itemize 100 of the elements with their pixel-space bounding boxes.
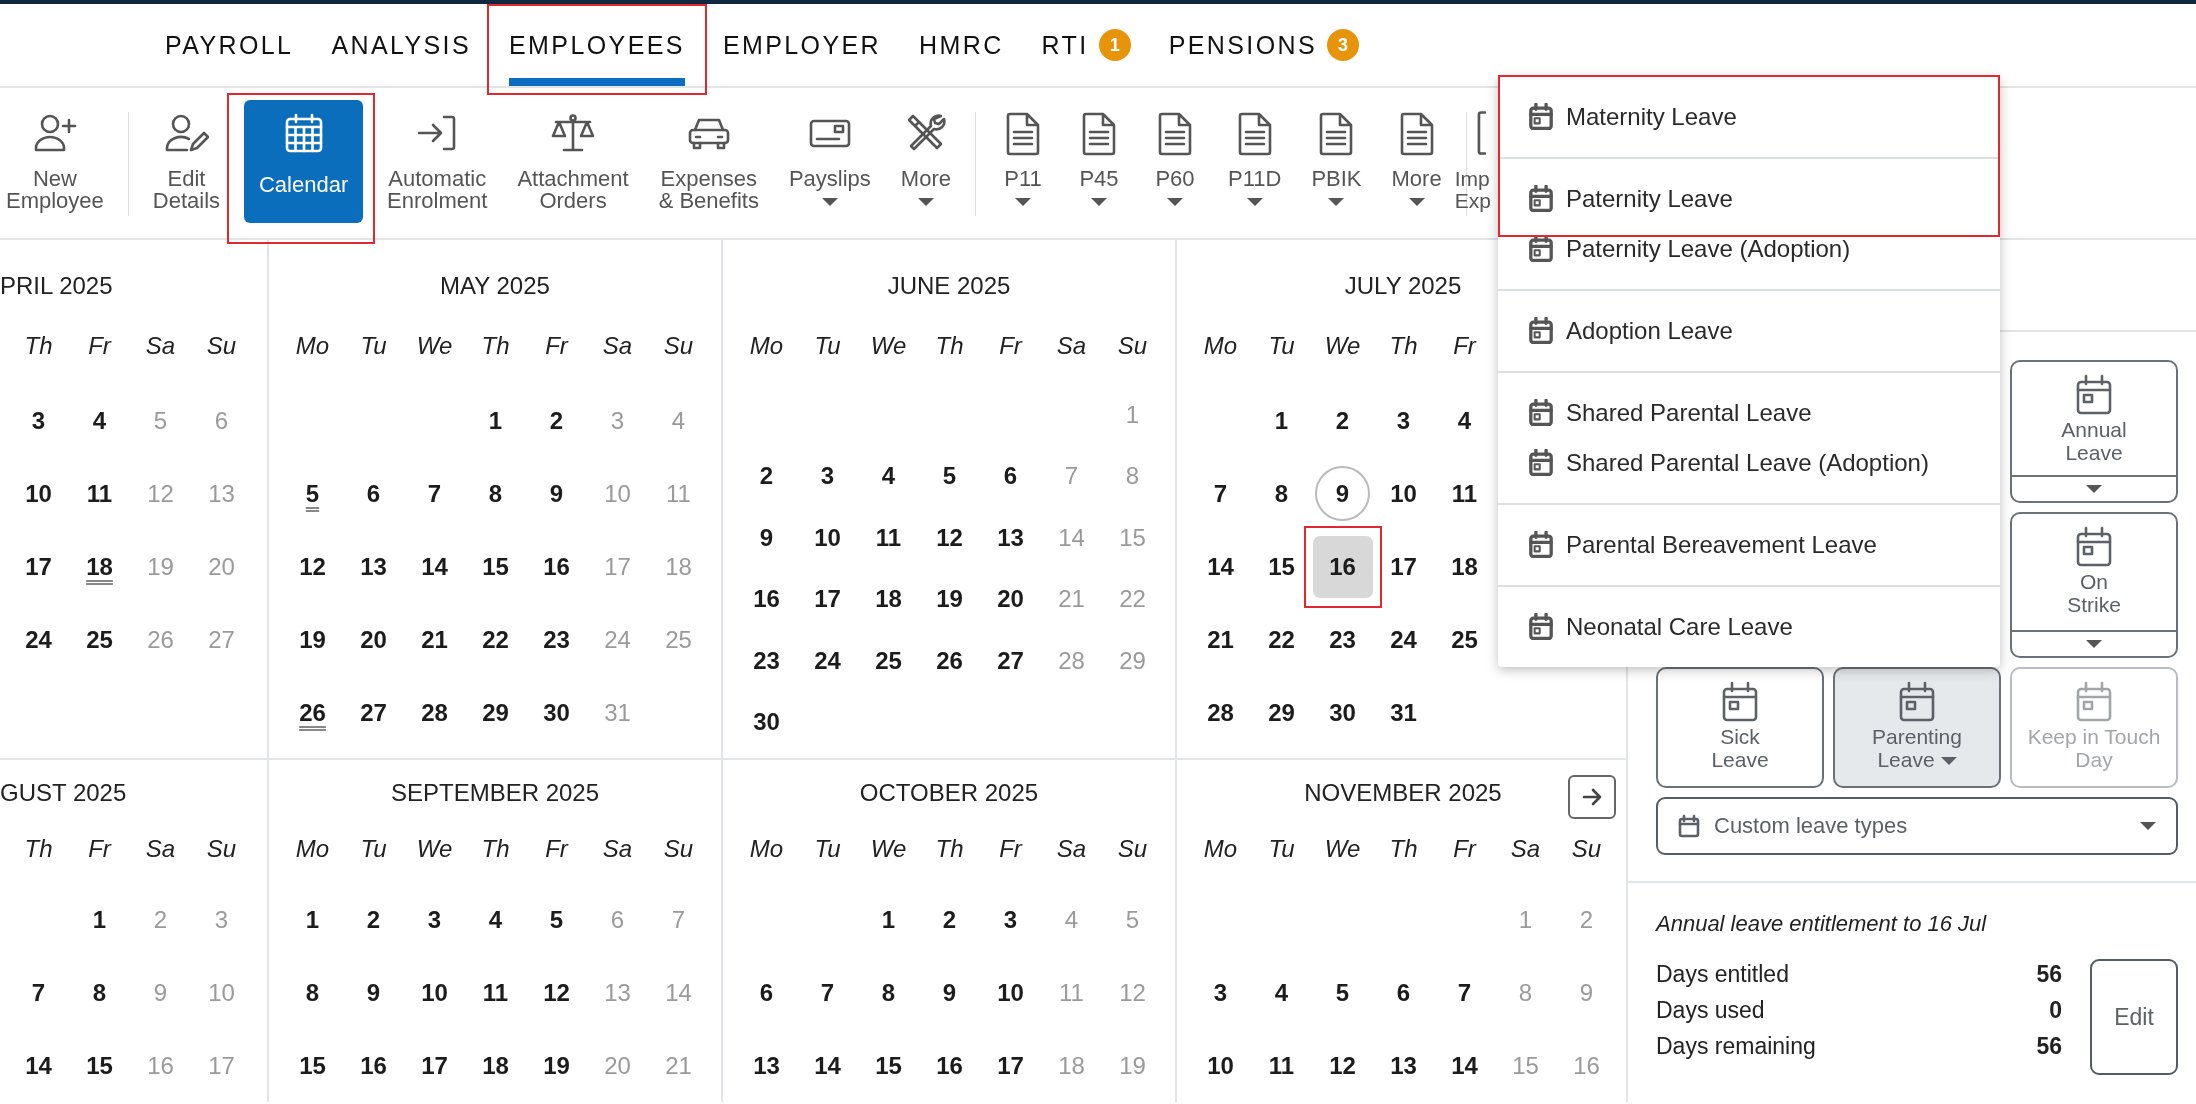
nav-tab[interactable]: PENSIONS [1168,4,1318,86]
calendar-day[interactable]: 21 [1198,617,1243,662]
calendar-day[interactable]: 1 [1259,398,1304,443]
calendar-day[interactable]: 16 [351,1043,396,1088]
nav-tab[interactable]: EMPLOYEES [509,4,685,86]
calendar-day[interactable]: 24 [16,617,61,662]
calendar-day[interactable]: 7 [16,970,61,1015]
calendar-day[interactable]: 2 [534,398,579,443]
calendar-day[interactable]: 25 [866,638,911,683]
calendar-day[interactable]: 17 [805,577,850,622]
calendar-day[interactable]: 30 [1320,690,1365,735]
calendar-day[interactable]: 4 [473,897,518,942]
calendar-day[interactable]: 17 [1381,544,1426,589]
calendar-day[interactable]: 28 [412,690,457,735]
calendar-day[interactable]: 9 [744,515,789,560]
calendar-day[interactable]: 1 [473,398,518,443]
calendar-day[interactable]: 2 [927,897,972,942]
calendar-day[interactable]: 25 [1442,617,1487,662]
calendar-day[interactable]: 12 [534,970,579,1015]
calendar-day[interactable]: 17 [988,1043,1033,1088]
calendar-day[interactable]: 16 [927,1043,972,1088]
toolbar-button[interactable]: P45 [1070,100,1128,223]
calendar-day[interactable]: 7 [1198,471,1243,516]
toolbar-button[interactable]: P11D [1222,100,1288,223]
calendar-day[interactable]: 9 [927,970,972,1015]
calendar-day[interactable]: 8 [290,970,335,1015]
toolbar-button[interactable]: P11 [994,100,1052,223]
calendar-day[interactable]: 3 [16,398,61,443]
calendar-day[interactable]: 10 [988,970,1033,1015]
calendar-day[interactable]: 11 [473,970,518,1015]
calendar-day[interactable]: 8 [1259,471,1304,516]
calendar-day[interactable]: 23 [1320,617,1365,662]
calendar-day[interactable]: 24 [1381,617,1426,662]
calendar-day[interactable]: 7 [412,471,457,516]
calendar-day[interactable]: 5 [927,454,972,499]
calendar-day[interactable]: 3 [988,897,1033,942]
toolbar-button[interactable]: Automatic Enrolment [381,100,494,223]
calendar-day[interactable]: 17 [16,544,61,589]
calendar-day[interactable]: 10 [1198,1043,1243,1088]
calendar-day[interactable]: 4 [77,398,122,443]
nav-tab[interactable]: PAYROLL [165,4,294,86]
calendar-day[interactable]: 20 [988,577,1033,622]
calendar-day[interactable]: 27 [988,638,1033,683]
calendar-day[interactable]: 25 [77,617,122,662]
calendar-day[interactable]: 6 [351,471,396,516]
toolbar-button[interactable]: P60 [1146,100,1204,223]
calendar-day[interactable]: 11 [77,471,122,516]
menu-item[interactable]: Paternity Leave [1498,174,2000,224]
edit-button[interactable]: Edit [2090,959,2178,1075]
nav-tab[interactable]: HMRC [919,4,1004,86]
toolbar-button[interactable]: New Employee [0,100,110,223]
calendar-day[interactable]: 12 [1320,1043,1365,1088]
calendar-day[interactable]: 3 [805,454,850,499]
calendar-day[interactable]: 1 [77,897,122,942]
calendar-day[interactable]: 4 [1259,970,1304,1015]
nav-tab[interactable]: RTI [1041,4,1089,86]
menu-item[interactable]: Shared Parental Leave [1498,388,2000,438]
calendar-day[interactable]: 14 [412,544,457,589]
calendar-day[interactable]: 10 [1381,471,1426,516]
calendar-day[interactable]: 3 [412,897,457,942]
calendar-day[interactable]: 10 [16,471,61,516]
leave-type-button[interactable]: Sick Leave [1656,667,1824,788]
toolbar-button[interactable]: PBIK [1305,100,1368,223]
calendar-day[interactable]: 18 [77,544,122,589]
calendar-day[interactable]: 2 [744,454,789,499]
calendar-day[interactable]: 6 [1381,970,1426,1015]
calendar-day[interactable]: 19 [927,577,972,622]
calendar-day[interactable]: 30 [744,700,789,745]
calendar-day[interactable]: 13 [1381,1043,1426,1088]
calendar-day[interactable]: 7 [805,970,850,1015]
toolbar-button[interactable]: Attachment Orders [511,100,635,223]
calendar-day[interactable]: 13 [351,544,396,589]
calendar-day[interactable]: 7 [1442,970,1487,1015]
toolbar-button[interactable]: More [1385,100,1448,223]
nav-tab[interactable]: EMPLOYER [722,4,881,86]
calendar-day[interactable]: 9 [534,471,579,516]
calendar-day[interactable]: 15 [1259,544,1304,589]
menu-item[interactable]: Parental Bereavement Leave [1498,520,2000,570]
calendar-day[interactable]: 12 [927,515,972,560]
calendar-day[interactable]: 12 [290,544,335,589]
calendar-day[interactable]: 6 [988,454,1033,499]
calendar-day[interactable]: 14 [1442,1043,1487,1088]
calendar-day[interactable]: 10 [805,515,850,560]
calendar-day[interactable]: 19 [290,617,335,662]
calendar-day[interactable]: 5 [290,471,335,516]
calendar-day[interactable]: 6 [744,970,789,1015]
calendar-day[interactable]: 27 [351,690,396,735]
calendar-day[interactable]: 4 [866,454,911,499]
calendar-day[interactable]: 30 [534,690,579,735]
calendar-day[interactable]: 1 [290,897,335,942]
calendar-day[interactable]: 29 [473,690,518,735]
toolbar-button[interactable]: More [894,100,957,223]
calendar-day[interactable]: 26 [927,638,972,683]
calendar-day[interactable]: 15 [290,1043,335,1088]
calendar-day[interactable]: 14 [1198,544,1243,589]
leave-type-button[interactable]: On Strike [2012,514,2176,632]
calendar-day[interactable]: 11 [1442,471,1487,516]
calendar-day[interactable]: 20 [351,617,396,662]
toolbar-button[interactable]: Expenses & Benefits [652,100,765,223]
calendar-day[interactable]: 15 [77,1043,122,1088]
